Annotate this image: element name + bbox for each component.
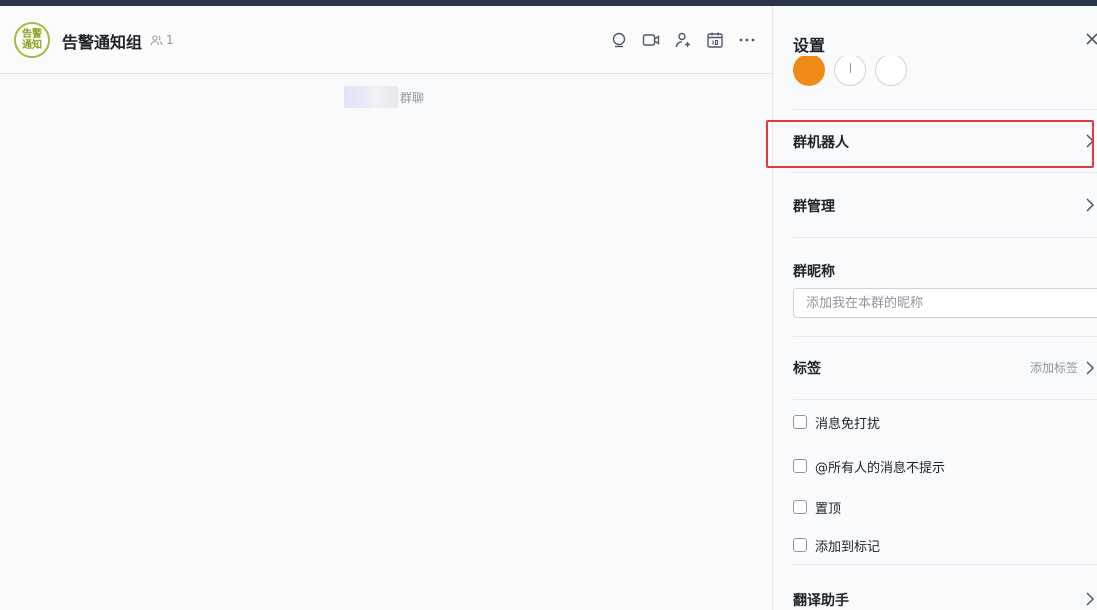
mark-checkbox-row[interactable]: 添加到标记 bbox=[793, 536, 881, 555]
settings-title: 设置 bbox=[793, 36, 826, 55]
group-avatar-text: 告警通知 bbox=[22, 29, 42, 51]
divider bbox=[793, 399, 1097, 400]
chat-header: 告警通知 告警通知组 1 bbox=[0, 6, 772, 74]
chevron-right-icon bbox=[1086, 592, 1095, 606]
divider bbox=[793, 237, 1097, 238]
translate-label: 翻译助手 bbox=[793, 593, 849, 609]
at-all-silent-checkbox-row[interactable]: @所有人的消息不提示 bbox=[793, 457, 946, 476]
mute-checkbox[interactable] bbox=[793, 415, 807, 429]
member-count-value: 1 bbox=[166, 33, 174, 47]
system-message: 群聊 bbox=[344, 86, 424, 108]
blurred-name bbox=[344, 86, 398, 108]
mute-checkbox-row[interactable]: 消息免打扰 bbox=[793, 413, 881, 432]
header-toolbar bbox=[610, 30, 756, 50]
add-tags-link[interactable]: 添加标签 bbox=[1030, 359, 1078, 376]
members-icon bbox=[150, 34, 163, 45]
at-all-silent-checkbox[interactable] bbox=[793, 459, 807, 473]
mark-label: 添加到标记 bbox=[815, 539, 881, 555]
divider bbox=[793, 564, 1097, 565]
search-icon[interactable] bbox=[610, 31, 628, 49]
system-message-text: 群聊 bbox=[400, 90, 425, 105]
chevron-right-icon bbox=[1086, 360, 1095, 375]
pin-label: 置顶 bbox=[815, 501, 842, 517]
close-icon[interactable] bbox=[1084, 31, 1097, 47]
member-avatar[interactable] bbox=[793, 56, 825, 86]
video-icon[interactable] bbox=[642, 31, 660, 49]
settings-panel: 设置 群机器人 群管理 群昵称 标签 添加标签 消息免打扰 bbox=[772, 6, 1097, 610]
mark-checkbox[interactable] bbox=[793, 538, 807, 552]
add-member-icon[interactable] bbox=[674, 31, 692, 49]
at-all-silent-label: @所有人的消息不提示 bbox=[815, 460, 946, 476]
divider bbox=[793, 172, 1097, 173]
translate-row[interactable]: 翻译助手 bbox=[793, 588, 1097, 610]
tags-label: 标签 bbox=[793, 361, 821, 377]
calendar-icon[interactable] bbox=[706, 31, 724, 49]
member-avatars bbox=[793, 56, 1093, 90]
mute-label: 消息免打扰 bbox=[815, 416, 881, 432]
group-title[interactable]: 告警通知组 bbox=[62, 29, 142, 53]
tags-row[interactable]: 标签 添加标签 bbox=[793, 356, 1097, 380]
more-icon[interactable] bbox=[738, 31, 756, 49]
group-manage-label: 群管理 bbox=[793, 199, 835, 215]
add-member-button[interactable] bbox=[834, 56, 866, 86]
divider bbox=[793, 109, 1097, 110]
group-bot-label: 群机器人 bbox=[793, 135, 849, 151]
divider bbox=[793, 336, 1097, 337]
group-bot-row[interactable]: 群机器人 bbox=[793, 130, 1097, 154]
chevron-right-icon bbox=[1086, 198, 1095, 212]
nickname-label: 群昵称 bbox=[793, 264, 835, 280]
chat-area: 告警通知 告警通知组 1 群聊 bbox=[0, 6, 772, 610]
remove-member-button[interactable] bbox=[875, 56, 907, 86]
chevron-right-icon bbox=[1086, 134, 1095, 148]
group-avatar[interactable]: 告警通知 bbox=[14, 22, 50, 58]
member-count[interactable]: 1 bbox=[150, 33, 174, 47]
pin-checkbox-row[interactable]: 置顶 bbox=[793, 498, 842, 517]
nickname-input[interactable] bbox=[793, 288, 1097, 318]
pin-checkbox[interactable] bbox=[793, 500, 807, 514]
group-manage-row[interactable]: 群管理 bbox=[793, 194, 1097, 218]
